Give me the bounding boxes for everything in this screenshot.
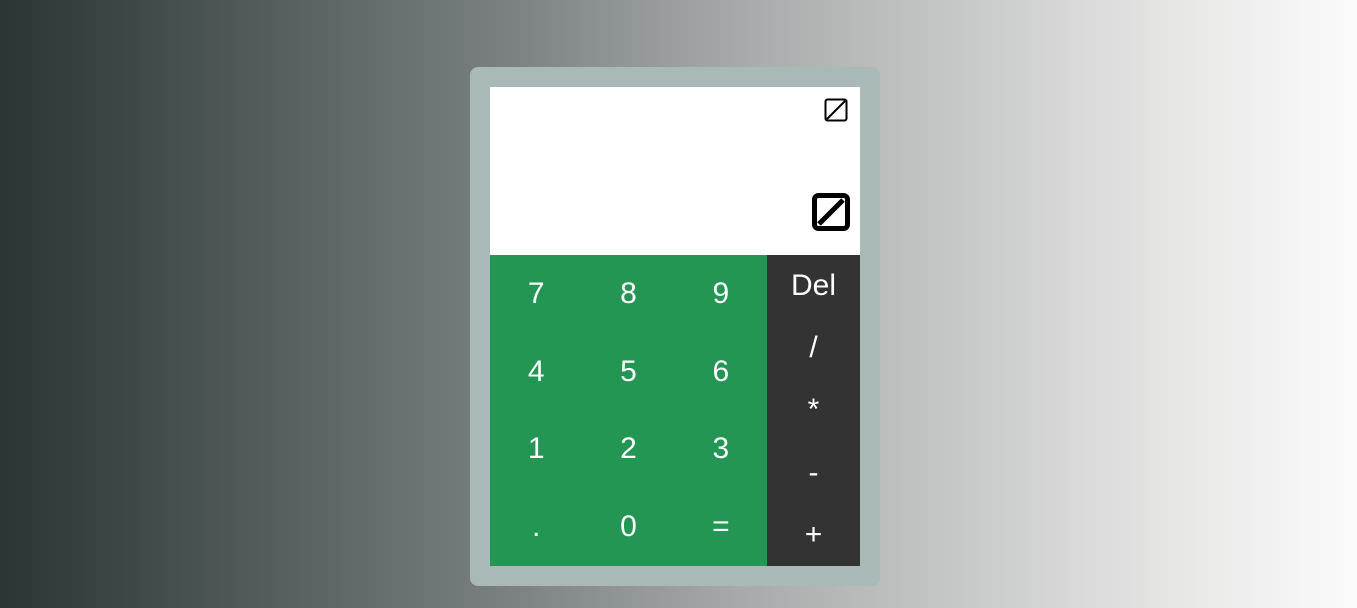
divide-button[interactable]: / bbox=[767, 317, 860, 379]
calculator-display bbox=[490, 87, 860, 255]
no-image-icon bbox=[812, 193, 850, 231]
key-4[interactable]: 4 bbox=[490, 333, 582, 411]
calculator-frame: 7 8 9 4 5 6 1 2 3 . 0 = Del / * - + bbox=[470, 67, 880, 586]
key-9[interactable]: 9 bbox=[675, 255, 767, 333]
key-3[interactable]: 3 bbox=[675, 411, 767, 489]
operator-column: Del / * - + bbox=[767, 255, 860, 566]
no-image-icon bbox=[824, 98, 848, 122]
key-equals[interactable]: = bbox=[675, 488, 767, 566]
add-button[interactable]: + bbox=[767, 504, 860, 566]
key-decimal[interactable]: . bbox=[490, 488, 582, 566]
delete-button[interactable]: Del bbox=[767, 255, 860, 317]
multiply-button[interactable]: * bbox=[767, 379, 860, 441]
key-5[interactable]: 5 bbox=[582, 333, 674, 411]
key-2[interactable]: 2 bbox=[582, 411, 674, 489]
key-0[interactable]: 0 bbox=[582, 488, 674, 566]
key-8[interactable]: 8 bbox=[582, 255, 674, 333]
key-7[interactable]: 7 bbox=[490, 255, 582, 333]
key-6[interactable]: 6 bbox=[675, 333, 767, 411]
number-keypad: 7 8 9 4 5 6 1 2 3 . 0 = bbox=[490, 255, 767, 566]
subtract-button[interactable]: - bbox=[767, 442, 860, 504]
key-1[interactable]: 1 bbox=[490, 411, 582, 489]
